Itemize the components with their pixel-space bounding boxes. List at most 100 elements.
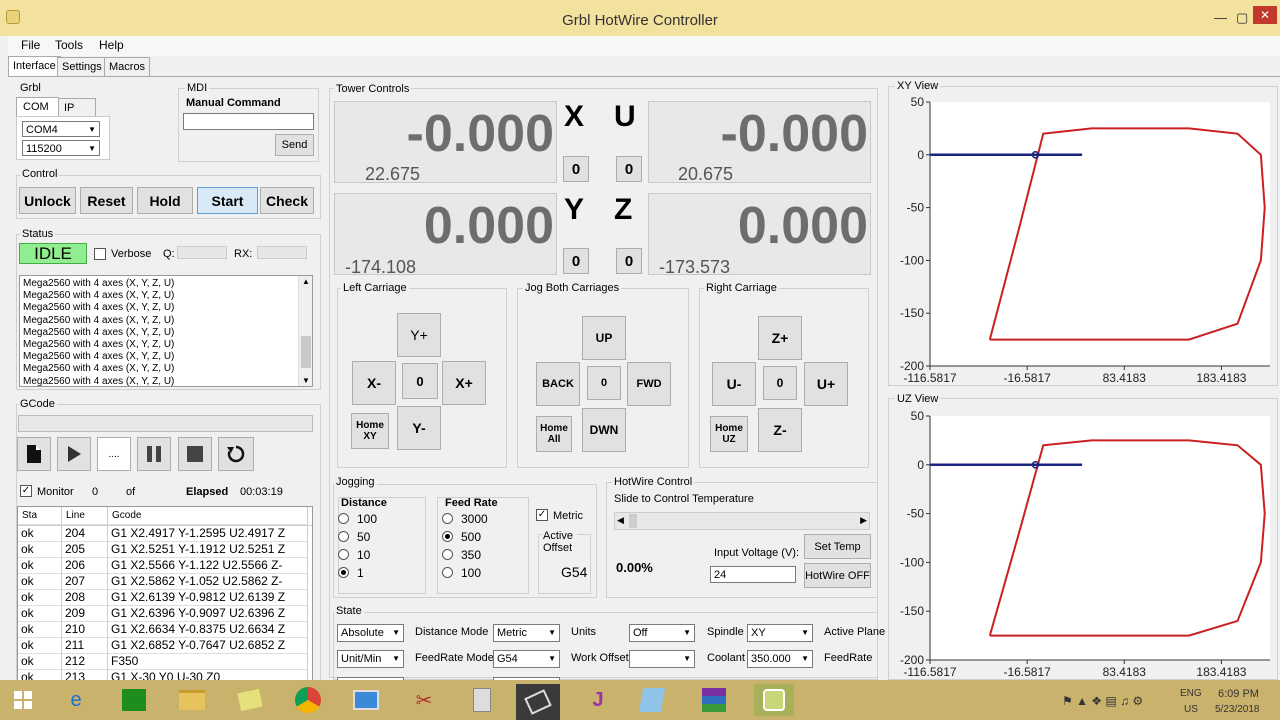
- start-button[interactable]: Start: [197, 187, 258, 214]
- book-icon[interactable]: [634, 684, 670, 716]
- monitor-checkbox[interactable]: ✓: [20, 485, 32, 497]
- home-all-button[interactable]: Home All: [536, 416, 572, 452]
- hotwire-off-button[interactable]: HotWire OFF: [804, 563, 871, 588]
- distance-radio[interactable]: [338, 549, 349, 560]
- home-xy-button[interactable]: Home XY: [351, 413, 389, 449]
- menu-tools[interactable]: Tools: [55, 38, 83, 52]
- voltage-input[interactable]: 24: [710, 566, 796, 583]
- notes-icon[interactable]: [232, 684, 268, 716]
- zero-x-button[interactable]: 0: [563, 156, 589, 182]
- zero-u-button[interactable]: 0: [616, 156, 642, 182]
- gcode-column-header[interactable]: Gcode: [108, 507, 308, 525]
- state-select-row2-4[interactable]: 350.000 ▼: [747, 650, 813, 668]
- jog-y-plus-button[interactable]: Y+: [397, 313, 441, 357]
- jog-x-minus-button[interactable]: X-: [352, 361, 396, 405]
- verbose-checkbox[interactable]: [94, 248, 106, 260]
- clock-date[interactable]: 5/23/2018: [1215, 704, 1260, 715]
- reset-gcode-button[interactable]: [218, 437, 254, 471]
- left-zero-button[interactable]: 0: [402, 363, 438, 399]
- tab-macros[interactable]: Macros: [104, 57, 151, 77]
- unlock-button[interactable]: Unlock: [19, 187, 76, 214]
- table-row[interactable]: ok 205 G1 X2.5251 Y-1.1912 U2.5251 Z: [18, 542, 312, 558]
- open-file-button[interactable]: [17, 437, 51, 471]
- play-button[interactable]: [57, 437, 91, 471]
- clock-time[interactable]: 6:09 PM: [1218, 688, 1259, 700]
- store-icon[interactable]: [116, 684, 152, 716]
- jog-back-button[interactable]: BACK: [536, 362, 580, 406]
- lang-region[interactable]: US: [1184, 704, 1198, 715]
- tab-settings[interactable]: Settings: [57, 57, 107, 77]
- maximize-button[interactable]: ▢: [1236, 10, 1248, 26]
- zero-z-button[interactable]: 0: [616, 248, 642, 274]
- ie-icon[interactable]: e: [58, 684, 94, 716]
- state-select-row1-4[interactable]: XY ▼: [747, 624, 813, 642]
- temperature-slider[interactable]: ◀ ▶: [614, 512, 870, 530]
- manual-command-input[interactable]: [183, 113, 314, 130]
- reset-button[interactable]: Reset: [80, 187, 133, 214]
- right-zero-button[interactable]: 0: [763, 366, 797, 400]
- folder-icon[interactable]: [174, 684, 210, 716]
- windows-start-icon[interactable]: [5, 684, 41, 716]
- feed-radio[interactable]: [442, 567, 453, 578]
- state-select-row1-2[interactable]: Metric ▼: [493, 624, 560, 642]
- tab-ip[interactable]: IP: [58, 98, 96, 117]
- j-app-icon[interactable]: J: [580, 684, 616, 716]
- stop-button[interactable]: [178, 437, 212, 471]
- state-select-row1-3[interactable]: Off ▼: [629, 624, 695, 642]
- state-select-row2-1[interactable]: Unit/Min ▼: [337, 650, 404, 668]
- android-app-icon[interactable]: [754, 684, 794, 716]
- table-row[interactable]: ok 206 G1 X2.5566 Y-1.122 U2.5566 Z-: [18, 558, 312, 574]
- minimize-button[interactable]: —: [1214, 10, 1227, 25]
- slider-thumb[interactable]: [629, 514, 637, 528]
- jog-up-button[interactable]: UP: [582, 316, 626, 360]
- jog-fwd-button[interactable]: FWD: [627, 362, 671, 406]
- metric-checkbox[interactable]: ✓: [536, 509, 548, 521]
- jog-z-minus-button[interactable]: Z-: [758, 408, 802, 452]
- jog-u-plus-button[interactable]: U+: [804, 362, 848, 406]
- gcode-table[interactable]: Sta Line Gcode ok 204 G1 X2.4917 Y-1.2595 U2…: [17, 506, 313, 682]
- state-select-row2-3[interactable]: ▼: [629, 650, 695, 668]
- chrome-icon[interactable]: [290, 684, 326, 716]
- tray-icons[interactable]: ⚑ ▲ ❖ ▤ ♫ ⚙: [1062, 694, 1143, 708]
- table-row[interactable]: ok 212 F350: [18, 654, 312, 670]
- jog-x-plus-button[interactable]: X+: [442, 361, 486, 405]
- check-button[interactable]: Check: [260, 187, 314, 214]
- photos-icon[interactable]: [348, 684, 384, 716]
- jog-u-minus-button[interactable]: U-: [712, 362, 756, 406]
- table-row[interactable]: ok 210 G1 X2.6634 Y-0.8375 U2.6634 Z: [18, 622, 312, 638]
- menu-file[interactable]: File: [21, 38, 40, 52]
- grbl-taskbar-icon[interactable]: [516, 684, 560, 720]
- jog-both-zero-button[interactable]: 0: [587, 366, 621, 400]
- close-button[interactable]: ✕: [1253, 6, 1277, 24]
- table-row[interactable]: ok 207 G1 X2.5862 Y-1.052 U2.5862 Z-: [18, 574, 312, 590]
- gcode-column-header[interactable]: Line: [62, 507, 108, 525]
- home-uz-button[interactable]: Home UZ: [710, 416, 748, 452]
- log-scroll-thumb[interactable]: [301, 336, 311, 368]
- pause-button[interactable]: [137, 437, 171, 471]
- send-button[interactable]: Send: [275, 134, 314, 156]
- lang-code[interactable]: ENG: [1180, 688, 1202, 699]
- hold-button[interactable]: Hold: [137, 187, 193, 214]
- step-button[interactable]: ....: [97, 437, 131, 471]
- feed-radio[interactable]: [442, 531, 453, 542]
- snipping-icon[interactable]: ✂: [406, 684, 442, 716]
- winrar-icon[interactable]: [696, 684, 732, 716]
- com-port-select[interactable]: COM4 ▼: [22, 121, 100, 137]
- table-row[interactable]: ok 208 G1 X2.6139 Y-0.9812 U2.6139 Z: [18, 590, 312, 606]
- table-row[interactable]: ok 204 G1 X2.4917 Y-1.2595 U2.4917 Z: [18, 526, 312, 542]
- set-temp-button[interactable]: Set Temp: [804, 534, 871, 559]
- distance-radio[interactable]: [338, 567, 349, 578]
- gcode-column-header[interactable]: Sta: [18, 507, 62, 525]
- feed-radio[interactable]: [442, 513, 453, 524]
- menu-help[interactable]: Help: [99, 38, 124, 52]
- log-scrollbar[interactable]: ▲ ▼: [298, 276, 312, 386]
- jog-down-button[interactable]: DWN: [582, 408, 626, 452]
- jog-y-minus-button[interactable]: Y-: [397, 406, 441, 450]
- calculator-icon[interactable]: [464, 684, 500, 716]
- state-select-row1-1[interactable]: Absolute ▼: [337, 624, 404, 642]
- jog-z-plus-button[interactable]: Z+: [758, 316, 802, 360]
- baud-select[interactable]: 115200 ▼: [22, 140, 100, 156]
- distance-radio[interactable]: [338, 531, 349, 542]
- tab-com[interactable]: COM: [16, 97, 59, 117]
- status-log[interactable]: Mega2560 with 4 axes (X, Y, Z, U) Mega256…: [19, 275, 313, 387]
